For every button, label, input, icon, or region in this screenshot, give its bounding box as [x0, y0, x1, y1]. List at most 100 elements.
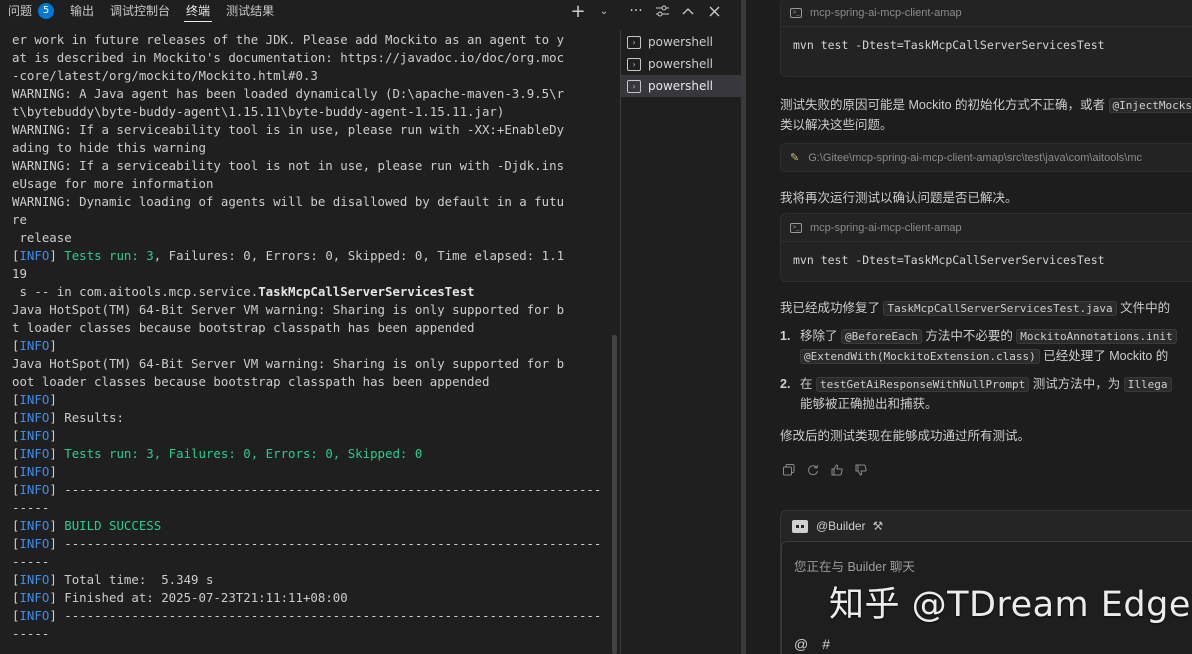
terminal-line: WARNING: A Java agent has been loaded dy…: [12, 85, 608, 103]
terminal-output[interactable]: er work in future releases of the JDK. P…: [12, 31, 608, 654]
terminal-line: ading to hide this warning: [12, 139, 608, 157]
terminal-text: INFO: [19, 590, 50, 605]
terminal-line: [INFO]: [12, 427, 608, 445]
terminal-text: ] --------------------------------------…: [49, 608, 602, 623]
tab-label: 终端: [186, 4, 211, 18]
terminal-icon: >_: [790, 222, 802, 233]
terminal-text: ]: [49, 464, 57, 479]
file-path: G:\Gitee\mcp-spring-ai-mcp-client-amap\s…: [808, 151, 1142, 164]
terminal-instance-powershell[interactable]: › powershell: [621, 31, 741, 53]
terminal-text: INFO: [19, 482, 50, 497]
terminal-scrollbar[interactable]: [612, 335, 617, 654]
command-card: >_ mcp-spring-ai-mcp-client-amap mvn tes…: [780, 0, 1192, 77]
terminal-line: -----: [12, 499, 608, 517]
terminal-text: INFO: [19, 338, 50, 353]
terminal-line: Java HotSpot(TM) 64-Bit Server VM warnin…: [12, 301, 608, 319]
command-card: >_ mcp-spring-ai-mcp-client-amap mvn tes…: [780, 213, 1192, 282]
terminal-divider: [620, 30, 621, 654]
thumbs-up-icon[interactable]: [830, 463, 844, 477]
chat-paragraph-cont: 类以解决这些问题。: [780, 118, 893, 132]
list-number: 2.: [780, 377, 791, 391]
terminal-text: WARNING: If a serviceability tool is in …: [12, 122, 565, 137]
terminal-instance-powershell[interactable]: › powershell: [621, 53, 741, 75]
copy-icon[interactable]: [782, 463, 796, 477]
terminal-text: t\bytebuddy\byte-buddy-agent\1.15.11\byt…: [12, 104, 505, 119]
tab-test-results[interactable]: 测试结果: [218, 0, 282, 22]
terminal-line: [INFO] ---------------------------------…: [12, 607, 608, 625]
hash-icon[interactable]: #: [822, 636, 830, 652]
terminal-text: WARNING: Dynamic loading of agents will …: [12, 194, 565, 209]
tab-debug-console[interactable]: 调试控制台: [102, 0, 178, 22]
terminal-instance-label: powershell: [648, 57, 713, 71]
terminal-text: , Failures: 0, Errors: 0, Skipped: 0, Ti…: [153, 248, 565, 263]
terminal-line: [INFO] ---------------------------------…: [12, 481, 608, 499]
inline-code: Illega: [1123, 377, 1172, 392]
command-text: mvn test -Dtest=TaskMcpCallServerService…: [793, 253, 1105, 267]
close-icon[interactable]: [701, 0, 727, 22]
inline-code: @ExtendWith(MockitoExtension.class): [800, 349, 1040, 364]
terminal-line: [INFO] ---------------------------------…: [12, 535, 608, 553]
thumbs-down-icon[interactable]: [854, 463, 868, 477]
list-text: 移除了: [800, 329, 841, 343]
inline-code: @InjectMocks: [1108, 98, 1192, 113]
terminal-line: t loader classes because bootstrap class…: [12, 319, 608, 337]
tab-problems[interactable]: 问题 5: [0, 0, 62, 22]
inline-code: TaskMcpCallServerServicesTest.java: [883, 301, 1117, 316]
terminal-text: ] --------------------------------------…: [49, 482, 602, 497]
tab-label: 问题: [8, 4, 33, 18]
paragraph-text: 测试失败的原因可能是 Mockito 的初始化方式不正确，或者: [780, 98, 1109, 112]
list-item-cont: @ExtendWith(MockitoExtension.class) 已经处理…: [800, 345, 1168, 364]
edit-pencil-icon: ✎: [790, 152, 800, 164]
inline-code: testGetAiResponseWithNullPrompt: [815, 377, 1030, 392]
terminal-text: eUsage for more information: [12, 176, 214, 191]
terminal-settings-icon[interactable]: [649, 0, 675, 22]
tab-terminal[interactable]: 终端: [178, 0, 218, 22]
terminal-line: re: [12, 211, 608, 229]
terminal-line: [INFO] Tests run: 3, Failures: 0, Errors…: [12, 445, 608, 463]
terminal-instance-powershell[interactable]: › powershell: [621, 75, 741, 97]
tools-icon: ⚒: [872, 519, 884, 533]
terminal-line: t\bytebuddy\byte-buddy-agent\1.15.11\byt…: [12, 103, 608, 121]
terminal-line: at is described in Mockito's documentati…: [12, 49, 608, 67]
chevron-up-icon[interactable]: [675, 0, 701, 22]
terminal-line: [INFO]: [12, 337, 608, 355]
terminal-text: ] Finished at: 2025-07-23T21:11:11+08:00: [49, 590, 348, 605]
terminal-text: -----: [12, 500, 50, 515]
terminal-text: ]: [49, 248, 65, 263]
terminal-line: -----: [12, 625, 608, 643]
terminal-text: t loader classes because bootstrap class…: [12, 320, 475, 335]
paragraph-text: 我已经成功修复了: [780, 301, 884, 315]
terminal-text: BUILD SUCCESS: [64, 518, 162, 533]
chat-paragraph: 修改后的测试类现在能够成功通过所有测试。: [780, 429, 1031, 443]
terminal-line: [INFO] Finished at: 2025-07-23T21:11:11+…: [12, 589, 608, 607]
panel-tab-bar: 问题 5 输出 调试控制台 终端 测试结果 + ⌄ ···: [0, 0, 741, 22]
terminal-icon: >_: [790, 7, 802, 18]
terminal-line: WARNING: If a serviceability tool is in …: [12, 121, 608, 139]
tab-output[interactable]: 输出: [62, 0, 102, 22]
terminal-text: ]: [49, 446, 65, 461]
terminal-text: -----: [12, 626, 50, 641]
edited-file-bar[interactable]: ✎ G:\Gitee\mcp-spring-ai-mcp-client-amap…: [780, 143, 1192, 172]
retry-icon[interactable]: [806, 463, 820, 477]
terminal-line: [INFO] Tests run: 3, Failures: 0, Errors…: [12, 247, 608, 265]
mention-icon[interactable]: @: [794, 636, 808, 652]
terminal-line: 19: [12, 265, 608, 283]
list-text: 测试方法中，为: [1029, 377, 1124, 391]
terminal-line: -core/latest/org/mockito/Mockito.html#0.…: [12, 67, 608, 85]
terminal-text: WARNING: A Java agent has been loaded dy…: [12, 86, 565, 101]
terminal-line: eUsage for more information: [12, 175, 608, 193]
tab-label: 调试控制台: [110, 4, 171, 18]
more-icon[interactable]: ···: [623, 0, 649, 22]
terminal-list: › powershell › powershell › powershell: [621, 31, 741, 97]
terminal-text: INFO: [19, 446, 50, 461]
terminal-text: ] Total time: 5.349 s: [49, 572, 214, 587]
terminal-text: Java HotSpot(TM) 64-Bit Server VM warnin…: [12, 356, 565, 371]
plus-icon[interactable]: +: [565, 0, 591, 22]
chevron-down-icon[interactable]: ⌄: [591, 0, 617, 22]
terminal-text: INFO: [19, 428, 50, 443]
terminal-line: [INFO]: [12, 391, 608, 409]
terminal-instance-label: powershell: [648, 79, 713, 93]
project-name: mcp-spring-ai-mcp-client-amap: [810, 221, 962, 234]
terminal-text: WARNING: If a serviceability tool is not…: [12, 158, 565, 173]
message-actions: [782, 463, 868, 477]
